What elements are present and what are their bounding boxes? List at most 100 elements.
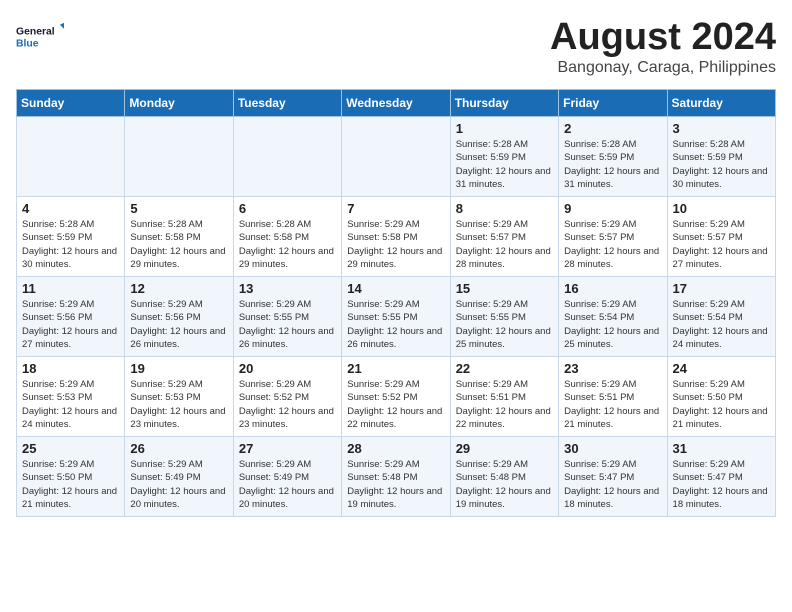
calendar-cell: 1 Sunrise: 5:28 AM Sunset: 5:59 PM Daylig… [450, 117, 558, 197]
day-number: 3 [673, 121, 770, 136]
day-info: Sunrise: 5:28 AM Sunset: 5:59 PM Dayligh… [564, 138, 661, 191]
day-number: 6 [239, 201, 336, 216]
day-number: 10 [673, 201, 770, 216]
day-info: Sunrise: 5:29 AM Sunset: 5:57 PM Dayligh… [564, 218, 661, 271]
weekday-header: Tuesday [233, 90, 341, 117]
day-number: 12 [130, 281, 227, 296]
day-number: 20 [239, 361, 336, 376]
day-info: Sunrise: 5:29 AM Sunset: 5:52 PM Dayligh… [239, 378, 336, 431]
day-info: Sunrise: 5:28 AM Sunset: 5:58 PM Dayligh… [239, 218, 336, 271]
calendar-cell: 12 Sunrise: 5:29 AM Sunset: 5:56 PM Dayli… [125, 277, 233, 357]
day-number: 15 [456, 281, 553, 296]
calendar-cell [17, 117, 125, 197]
day-info: Sunrise: 5:28 AM Sunset: 5:59 PM Dayligh… [22, 218, 119, 271]
day-number: 4 [22, 201, 119, 216]
day-number: 8 [456, 201, 553, 216]
calendar-cell: 14 Sunrise: 5:29 AM Sunset: 5:55 PM Dayli… [342, 277, 450, 357]
day-info: Sunrise: 5:29 AM Sunset: 5:54 PM Dayligh… [564, 298, 661, 351]
weekday-header: Thursday [450, 90, 558, 117]
day-info: Sunrise: 5:28 AM Sunset: 5:58 PM Dayligh… [130, 218, 227, 271]
calendar-cell: 11Sunrise: 5:29 AM Sunset: 5:56 PM Dayli… [17, 277, 125, 357]
day-number: 30 [564, 441, 661, 456]
calendar-cell: 7 Sunrise: 5:29 AM Sunset: 5:58 PM Daylig… [342, 197, 450, 277]
day-number: 14 [347, 281, 444, 296]
calendar-cell: 6 Sunrise: 5:28 AM Sunset: 5:58 PM Daylig… [233, 197, 341, 277]
svg-text:General: General [16, 26, 55, 37]
calendar-cell [125, 117, 233, 197]
weekday-header: Sunday [17, 90, 125, 117]
calendar-week-row: 11Sunrise: 5:29 AM Sunset: 5:56 PM Dayli… [17, 277, 776, 357]
day-info: Sunrise: 5:29 AM Sunset: 5:48 PM Dayligh… [456, 458, 553, 511]
day-info: Sunrise: 5:29 AM Sunset: 5:58 PM Dayligh… [347, 218, 444, 271]
calendar-cell: 8 Sunrise: 5:29 AM Sunset: 5:57 PM Daylig… [450, 197, 558, 277]
calendar-table: SundayMondayTuesdayWednesdayThursdayFrid… [16, 89, 776, 517]
day-info: Sunrise: 5:29 AM Sunset: 5:50 PM Dayligh… [22, 458, 119, 511]
day-info: Sunrise: 5:29 AM Sunset: 5:56 PM Dayligh… [22, 298, 119, 351]
logo-svg: General Blue [16, 16, 64, 56]
day-number: 29 [456, 441, 553, 456]
calendar-cell: 3 Sunrise: 5:28 AM Sunset: 5:59 PM Daylig… [667, 117, 775, 197]
day-info: Sunrise: 5:29 AM Sunset: 5:47 PM Dayligh… [564, 458, 661, 511]
day-number: 5 [130, 201, 227, 216]
day-info: Sunrise: 5:29 AM Sunset: 5:53 PM Dayligh… [130, 378, 227, 431]
day-number: 13 [239, 281, 336, 296]
day-number: 25 [22, 441, 119, 456]
header-row: SundayMondayTuesdayWednesdayThursdayFrid… [17, 90, 776, 117]
day-number: 18 [22, 361, 119, 376]
weekday-header: Monday [125, 90, 233, 117]
calendar-cell: 13 Sunrise: 5:29 AM Sunset: 5:55 PM Dayli… [233, 277, 341, 357]
day-info: Sunrise: 5:29 AM Sunset: 5:56 PM Dayligh… [130, 298, 227, 351]
day-info: Sunrise: 5:29 AM Sunset: 5:53 PM Dayligh… [22, 378, 119, 431]
day-number: 24 [673, 361, 770, 376]
day-number: 22 [456, 361, 553, 376]
page-header: General Blue August 2024 Bangonay, Carag… [16, 16, 776, 77]
day-number: 9 [564, 201, 661, 216]
calendar-cell: 21Sunrise: 5:29 AM Sunset: 5:52 PM Dayli… [342, 357, 450, 437]
calendar-cell: 20 Sunrise: 5:29 AM Sunset: 5:52 PM Dayli… [233, 357, 341, 437]
day-info: Sunrise: 5:29 AM Sunset: 5:47 PM Dayligh… [673, 458, 770, 511]
weekday-header: Friday [559, 90, 667, 117]
day-number: 17 [673, 281, 770, 296]
day-number: 28 [347, 441, 444, 456]
day-number: 23 [564, 361, 661, 376]
day-number: 2 [564, 121, 661, 136]
calendar-week-row: 4 Sunrise: 5:28 AM Sunset: 5:59 PM Daylig… [17, 197, 776, 277]
calendar-cell: 17 Sunrise: 5:29 AM Sunset: 5:54 PM Dayli… [667, 277, 775, 357]
day-info: Sunrise: 5:29 AM Sunset: 5:50 PM Dayligh… [673, 378, 770, 431]
day-info: Sunrise: 5:29 AM Sunset: 5:48 PM Dayligh… [347, 458, 444, 511]
calendar-cell: 9 Sunrise: 5:29 AM Sunset: 5:57 PM Daylig… [559, 197, 667, 277]
day-number: 19 [130, 361, 227, 376]
day-number: 7 [347, 201, 444, 216]
day-info: Sunrise: 5:28 AM Sunset: 5:59 PM Dayligh… [456, 138, 553, 191]
day-number: 31 [673, 441, 770, 456]
calendar-cell [233, 117, 341, 197]
svg-text:Blue: Blue [16, 38, 39, 49]
day-info: Sunrise: 5:29 AM Sunset: 5:54 PM Dayligh… [673, 298, 770, 351]
calendar-week-row: 18 Sunrise: 5:29 AM Sunset: 5:53 PM Dayli… [17, 357, 776, 437]
title-block: August 2024 Bangonay, Caraga, Philippine… [550, 16, 776, 77]
logo: General Blue [16, 16, 64, 56]
calendar-cell: 22Sunrise: 5:29 AM Sunset: 5:51 PM Dayli… [450, 357, 558, 437]
calendar-cell: 24 Sunrise: 5:29 AM Sunset: 5:50 PM Dayli… [667, 357, 775, 437]
calendar-cell: 15 Sunrise: 5:29 AM Sunset: 5:55 PM Dayli… [450, 277, 558, 357]
calendar-cell: 18 Sunrise: 5:29 AM Sunset: 5:53 PM Dayli… [17, 357, 125, 437]
day-info: Sunrise: 5:28 AM Sunset: 5:59 PM Dayligh… [673, 138, 770, 191]
page-title: August 2024 [550, 16, 776, 59]
day-info: Sunrise: 5:29 AM Sunset: 5:49 PM Dayligh… [239, 458, 336, 511]
page-subtitle: Bangonay, Caraga, Philippines [550, 59, 776, 77]
day-info: Sunrise: 5:29 AM Sunset: 5:51 PM Dayligh… [564, 378, 661, 431]
calendar-cell: 23 Sunrise: 5:29 AM Sunset: 5:51 PM Dayli… [559, 357, 667, 437]
day-info: Sunrise: 5:29 AM Sunset: 5:55 PM Dayligh… [239, 298, 336, 351]
day-number: 1 [456, 121, 553, 136]
calendar-cell: 2 Sunrise: 5:28 AM Sunset: 5:59 PM Daylig… [559, 117, 667, 197]
calendar-cell [342, 117, 450, 197]
day-info: Sunrise: 5:29 AM Sunset: 5:57 PM Dayligh… [456, 218, 553, 271]
day-number: 26 [130, 441, 227, 456]
calendar-cell: 28 Sunrise: 5:29 AM Sunset: 5:48 PM Dayli… [342, 437, 450, 517]
day-info: Sunrise: 5:29 AM Sunset: 5:55 PM Dayligh… [456, 298, 553, 351]
calendar-cell: 19 Sunrise: 5:29 AM Sunset: 5:53 PM Dayli… [125, 357, 233, 437]
day-number: 16 [564, 281, 661, 296]
day-info: Sunrise: 5:29 AM Sunset: 5:55 PM Dayligh… [347, 298, 444, 351]
calendar-cell: 26Sunrise: 5:29 AM Sunset: 5:49 PM Dayli… [125, 437, 233, 517]
calendar-cell: 4 Sunrise: 5:28 AM Sunset: 5:59 PM Daylig… [17, 197, 125, 277]
